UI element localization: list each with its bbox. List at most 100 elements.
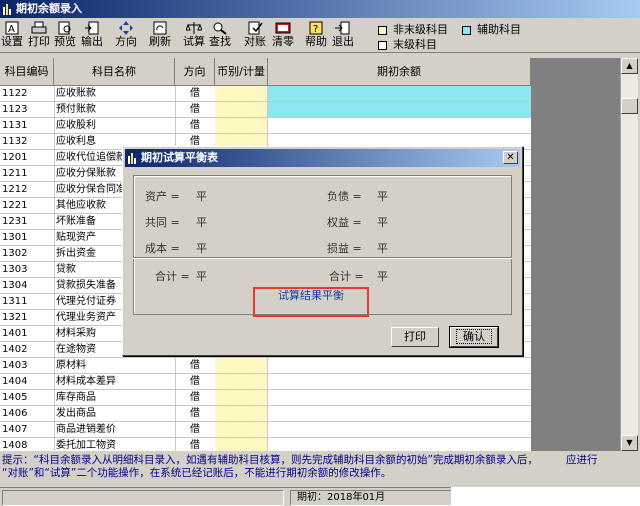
account-code-cell[interactable]: 1302 — [0, 246, 55, 261]
table-row[interactable]: 1405 库存商品借 — [0, 390, 531, 406]
scroll-down-icon[interactable]: ▼ — [621, 435, 638, 451]
account-code-cell[interactable]: 1221 — [0, 198, 55, 213]
col-name-header[interactable]: 科目名称 — [54, 58, 175, 85]
table-row[interactable]: 1403 原材料借 — [0, 358, 531, 374]
svg-text:?: ? — [313, 24, 318, 35]
account-code-cell[interactable]: 1131 — [0, 118, 55, 133]
settings-button[interactable]: A 设置 — [1, 20, 23, 50]
account-code-cell[interactable]: 1408 — [0, 438, 55, 451]
account-name-cell[interactable]: 材料成本差异 — [54, 374, 176, 389]
currency-cell[interactable] — [215, 358, 268, 373]
account-code-cell[interactable]: 1311 — [0, 294, 55, 309]
scroll-thumb[interactable] — [621, 98, 638, 114]
account-code-cell[interactable]: 1321 — [0, 310, 55, 325]
currency-cell[interactable] — [215, 102, 268, 117]
opening-balance-cell[interactable] — [268, 118, 531, 133]
account-name-cell[interactable]: 预付账款 — [54, 102, 176, 117]
clear-button[interactable]: 清零 — [270, 20, 296, 50]
account-code-cell[interactable]: 1304 — [0, 278, 55, 293]
account-code-cell[interactable]: 1211 — [0, 166, 55, 181]
currency-cell[interactable] — [215, 422, 268, 437]
direction-cell[interactable]: 借 — [175, 374, 216, 389]
account-name-cell[interactable]: 委托加工物资 — [54, 438, 176, 451]
currency-cell[interactable] — [215, 390, 268, 405]
direction-button[interactable]: 方向 — [113, 20, 139, 50]
table-row[interactable]: 1408 委托加工物资借 — [0, 438, 531, 451]
preview-icon — [58, 21, 71, 35]
account-name-cell[interactable]: 发出商品 — [54, 406, 176, 421]
confirm-button[interactable]: 确认 — [449, 326, 499, 348]
account-code-cell[interactable]: 1122 — [0, 86, 55, 101]
account-name-cell[interactable]: 应收股利 — [54, 118, 176, 133]
account-code-cell[interactable]: 1212 — [0, 182, 55, 197]
direction-arrows-icon — [119, 21, 133, 35]
col-opening-balance-header[interactable]: 期初余额 — [268, 58, 531, 85]
find-button[interactable]: 查找 — [208, 20, 232, 50]
direction-cell[interactable]: 借 — [175, 422, 216, 437]
account-code-cell[interactable]: 1406 — [0, 406, 55, 421]
opening-balance-cell[interactable] — [268, 102, 531, 117]
opening-balance-cell[interactable] — [268, 406, 531, 421]
account-code-cell[interactable]: 1231 — [0, 214, 55, 229]
direction-cell[interactable]: 借 — [175, 406, 216, 421]
account-code-cell[interactable]: 1403 — [0, 358, 55, 373]
account-code-cell[interactable]: 1405 — [0, 390, 55, 405]
currency-cell[interactable] — [215, 86, 268, 101]
dialog-app-icon — [128, 153, 136, 164]
reconcile-button[interactable]: 对账 — [243, 20, 267, 50]
find-icon — [213, 22, 227, 35]
direction-cell[interactable]: 借 — [175, 102, 216, 117]
table-row[interactable]: 1406 发出商品借 — [0, 406, 531, 422]
account-code-cell[interactable]: 1404 — [0, 374, 55, 389]
cost-label: 成本 = — [145, 242, 180, 255]
close-icon[interactable]: ✕ — [503, 151, 518, 164]
table-row[interactable]: 1131 应收股利借 — [0, 118, 531, 134]
account-code-cell[interactable]: 1303 — [0, 262, 55, 277]
print-dialog-button[interactable]: 打印 — [391, 327, 439, 347]
exit-button[interactable]: 退出 — [331, 20, 355, 50]
account-code-cell[interactable]: 1402 — [0, 342, 55, 357]
opening-balance-cell[interactable] — [268, 422, 531, 437]
direction-cell[interactable]: 借 — [175, 438, 216, 451]
direction-cell[interactable]: 借 — [175, 86, 216, 101]
account-code-cell[interactable]: 1123 — [0, 102, 55, 117]
col-code-header[interactable]: 科目编码 — [0, 58, 54, 85]
status-segment-empty — [2, 490, 284, 506]
direction-cell[interactable]: 借 — [175, 390, 216, 405]
table-row[interactable]: 1123 预付账款借 — [0, 102, 531, 118]
account-code-cell[interactable]: 1407 — [0, 422, 55, 437]
opening-balance-cell[interactable] — [268, 438, 531, 451]
scroll-up-icon[interactable]: ▲ — [621, 58, 638, 74]
table-row[interactable]: 1404 材料成本差异借 — [0, 374, 531, 390]
print-button[interactable]: 打印 — [27, 20, 51, 50]
preview-button[interactable]: 预览 — [53, 20, 77, 50]
opening-balance-cell[interactable] — [268, 390, 531, 405]
trial-balance-button[interactable]: 试算 — [182, 20, 206, 50]
account-code-cell[interactable]: 1201 — [0, 150, 55, 165]
opening-balance-cell[interactable] — [268, 86, 531, 101]
export-button[interactable]: 输出 — [80, 20, 104, 50]
col-direction-header[interactable]: 方向 — [175, 58, 215, 85]
table-row[interactable]: 1122 应收账款借 — [0, 86, 531, 102]
help-button[interactable]: ? 帮助 — [304, 20, 328, 50]
account-name-cell[interactable]: 库存商品 — [54, 390, 176, 405]
account-code-cell[interactable]: 1301 — [0, 230, 55, 245]
account-name-cell[interactable]: 商品进销差价 — [54, 422, 176, 437]
currency-cell[interactable] — [215, 374, 268, 389]
col-currency-header[interactable]: 币别/计量 — [215, 58, 268, 85]
currency-cell[interactable] — [215, 438, 268, 451]
account-name-cell[interactable]: 原材料 — [54, 358, 176, 373]
vertical-scrollbar[interactable]: ▲ ▼ — [620, 58, 638, 451]
refresh-button[interactable]: 刷新 — [148, 20, 172, 50]
account-name-cell[interactable]: 应收账款 — [54, 86, 176, 101]
currency-cell[interactable] — [215, 406, 268, 421]
currency-cell[interactable] — [215, 118, 268, 133]
opening-balance-cell[interactable] — [268, 374, 531, 389]
account-code-cell[interactable]: 1132 — [0, 134, 55, 149]
opening-balance-cell[interactable] — [268, 358, 531, 373]
account-code-cell[interactable]: 1401 — [0, 326, 55, 341]
toolbar: A 设置 打印 预览 输出 方向 刷新 试算 查找 对账 清零 ? 帮助 退出 … — [0, 18, 640, 53]
direction-cell[interactable]: 借 — [175, 358, 216, 373]
table-row[interactable]: 1407 商品进销差价借 — [0, 422, 531, 438]
direction-cell[interactable]: 借 — [175, 118, 216, 133]
